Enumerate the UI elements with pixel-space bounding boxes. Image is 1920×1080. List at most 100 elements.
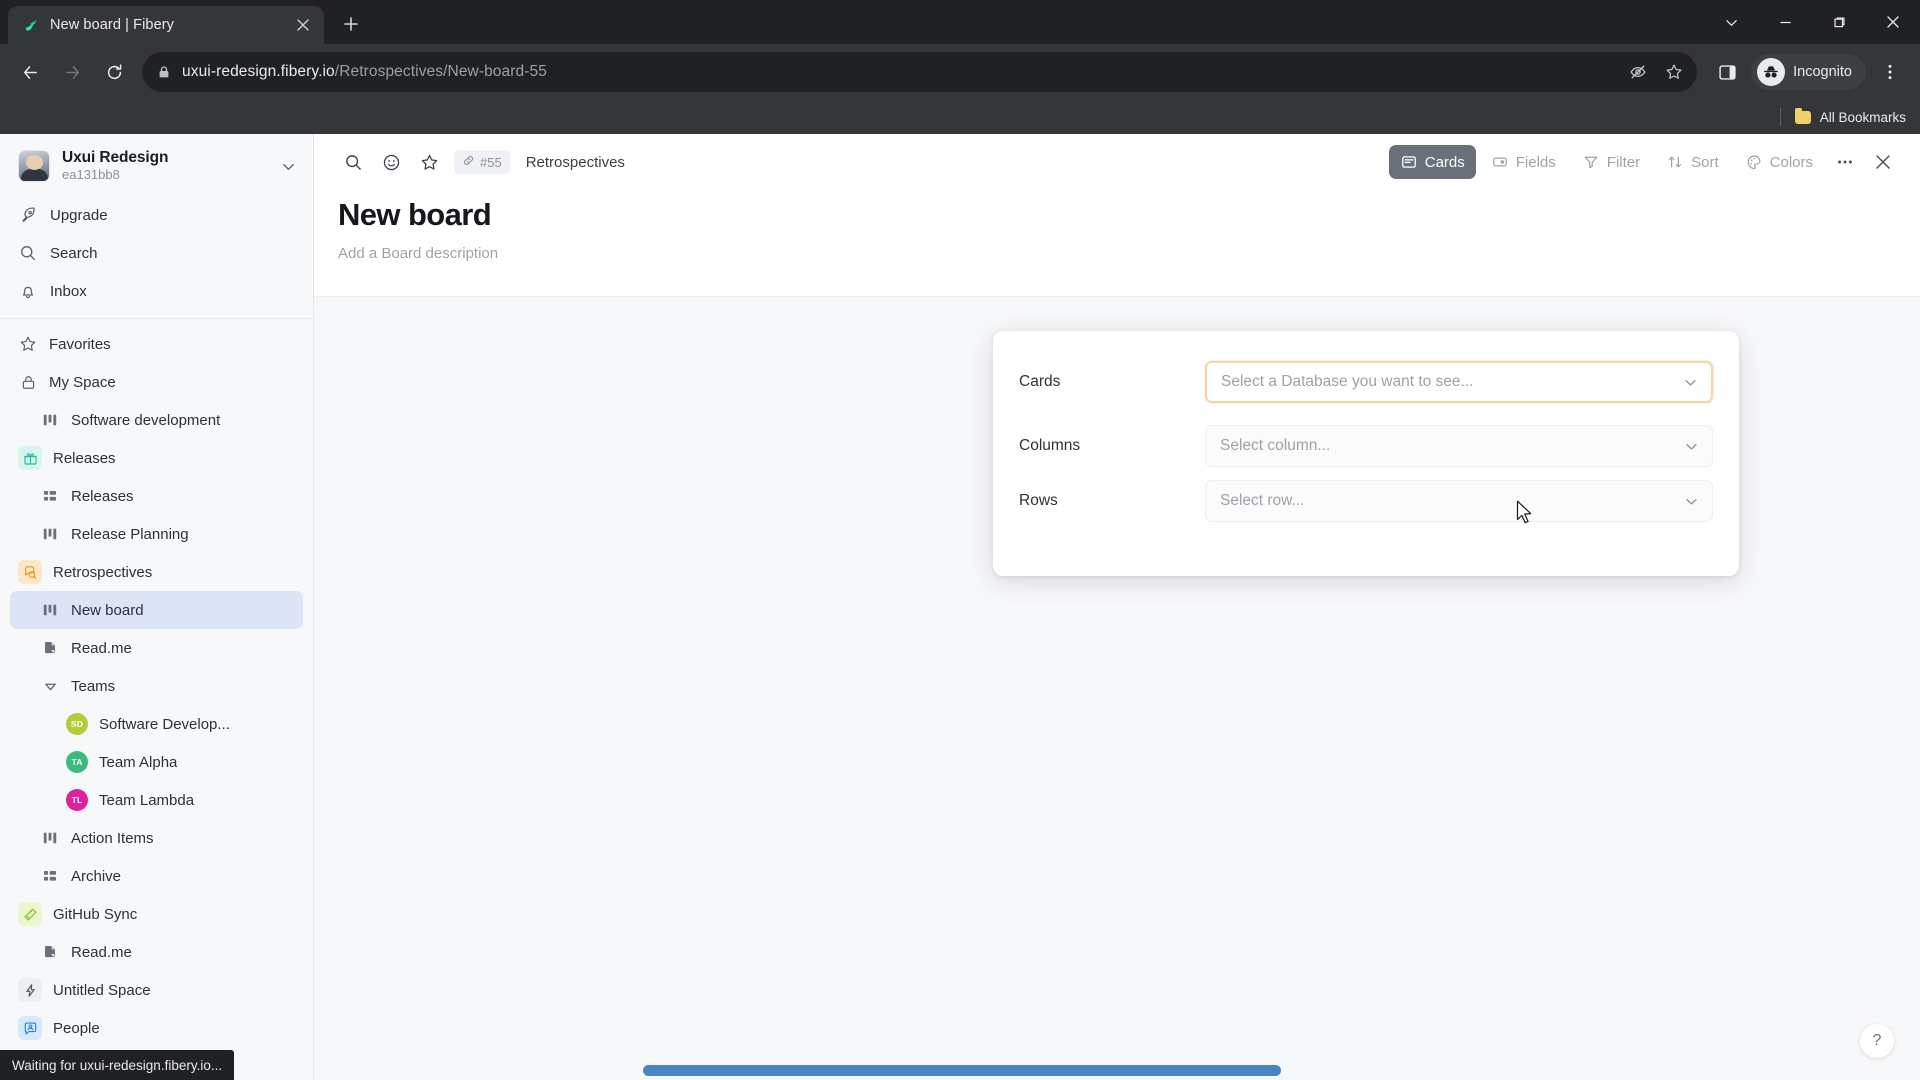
sidebar-item-software-develop-team[interactable]: SD Software Develop...	[10, 705, 303, 743]
sidebar-item-label: Read.me	[71, 943, 132, 961]
workspace-switcher[interactable]: Uxui Redesign ea131bb8	[0, 134, 313, 196]
search-icon[interactable]	[336, 145, 370, 179]
entity-id-chip[interactable]: #55	[454, 150, 510, 174]
incognito-icon	[1757, 58, 1786, 86]
rows-select[interactable]: Select row...	[1205, 480, 1713, 522]
sidebar-item-label: Inbox	[50, 282, 87, 300]
horizontal-scrollbar[interactable]	[643, 1065, 1281, 1076]
page-title[interactable]: New board	[338, 196, 1898, 233]
forward-arrow-icon	[52, 52, 92, 92]
tab-filter[interactable]: Filter	[1571, 145, 1651, 179]
minimize-icon[interactable]	[1758, 0, 1812, 44]
sidebar-item-label: People	[53, 1019, 100, 1037]
feedback-icon	[18, 560, 42, 584]
side-panel-icon[interactable]	[1707, 52, 1747, 92]
breadcrumb[interactable]: Retrospectives	[526, 154, 625, 171]
board-icon	[40, 828, 60, 848]
workspace-id: ea131bb8	[62, 167, 120, 183]
address-bar-text: uxui-redesign.fibery.io/Retrospectives/N…	[182, 63, 1621, 81]
sidebar-item-inbox[interactable]: Inbox	[10, 272, 303, 310]
colors-icon	[1745, 153, 1763, 171]
sidebar-item-archive[interactable]: Archive	[10, 857, 303, 895]
chevron-down-icon[interactable]	[277, 155, 299, 177]
profile-label: Incognito	[1793, 64, 1852, 80]
divider	[0, 318, 313, 319]
sidebar-item-favorites[interactable]: Favorites	[10, 325, 303, 363]
toolbar-right: Incognito	[1707, 52, 1910, 92]
sidebar-item-team-alpha[interactable]: TA Team Alpha	[10, 743, 303, 781]
sidebar-item-label: Retrospectives	[53, 563, 153, 581]
folder-icon	[1794, 107, 1811, 124]
chevron-down-icon[interactable]	[1704, 0, 1758, 44]
sidebar-item-people[interactable]: People	[10, 1009, 303, 1047]
close-icon[interactable]	[1866, 145, 1900, 179]
sidebar-item-team-lambda[interactable]: TL Team Lambda	[10, 781, 303, 819]
grid-icon	[40, 866, 60, 886]
sidebar-item-untitled-space[interactable]: Untitled Space	[10, 971, 303, 1009]
sidebar-item-label: Releases	[53, 449, 116, 467]
omnibox-actions	[1621, 55, 1691, 89]
sync-icon	[18, 902, 42, 926]
help-button[interactable]: ?	[1860, 1024, 1894, 1058]
url-path: /Retrospectives/New-board-55	[334, 63, 547, 80]
close-icon[interactable]	[1866, 0, 1920, 44]
columns-select[interactable]: Select column...	[1205, 425, 1713, 467]
address-bar[interactable]: uxui-redesign.fibery.io/Retrospectives/N…	[142, 52, 1698, 92]
tab-colors[interactable]: Colors	[1734, 145, 1824, 179]
tab-title: New board | Fibery	[50, 17, 175, 33]
sidebar-item-search[interactable]: Search	[10, 234, 303, 272]
view-tools: Cards Fields Filter Sort Colors	[1388, 145, 1900, 179]
sidebar-item-releases-view[interactable]: Releases	[10, 477, 303, 515]
profile-chip[interactable]: Incognito	[1751, 54, 1866, 90]
eye-crossed-icon[interactable]	[1621, 55, 1655, 89]
columns-placeholder: Select column...	[1220, 437, 1331, 454]
sidebar-item-my-space[interactable]: My Space	[10, 363, 303, 401]
reload-icon[interactable]	[94, 52, 134, 92]
url-host: uxui-redesign.fibery.io	[182, 63, 335, 80]
back-arrow-icon[interactable]	[10, 52, 50, 92]
rows-placeholder: Select row...	[1220, 492, 1305, 509]
sidebar-item-retrospectives-space[interactable]: Retrospectives	[10, 553, 303, 591]
restore-icon[interactable]	[1812, 0, 1866, 44]
tab-fields[interactable]: Fields	[1480, 145, 1567, 179]
kebab-menu-icon[interactable]	[1870, 52, 1910, 92]
caret-down-icon[interactable]	[40, 676, 60, 696]
tab-label: Colors	[1769, 153, 1813, 171]
workspace-name: Uxui Redesign	[62, 148, 169, 166]
close-icon[interactable]	[292, 14, 314, 36]
sidebar-item-upgrade[interactable]: Upgrade	[10, 196, 303, 234]
browser-tab[interactable]: New board | Fibery	[8, 6, 324, 44]
sidebar-item-label: Archive	[71, 867, 122, 885]
cards-database-select[interactable]: Select a Database you want to see...	[1205, 361, 1713, 403]
sidebar-item-label: Favorites	[49, 335, 111, 353]
sidebar-nav: Upgrade Search Inbox	[0, 196, 313, 310]
tab-sort[interactable]: Sort	[1655, 145, 1730, 179]
sidebar-item-release-planning[interactable]: Release Planning	[10, 515, 303, 553]
sidebar-item-releases-space[interactable]: Releases	[10, 439, 303, 477]
emoji-icon[interactable]	[374, 145, 408, 179]
status-bar: Waiting for uxui-redesign.fibery.io...	[0, 1050, 235, 1080]
tab-cards[interactable]: Cards	[1388, 145, 1476, 179]
popup-row-rows: Rows Select row...	[993, 467, 1739, 522]
popup-row-columns: Columns Select column...	[993, 403, 1739, 467]
new-tab-button[interactable]	[334, 7, 368, 41]
star-icon[interactable]	[412, 145, 446, 179]
avatar: TL	[66, 789, 88, 811]
sidebar-item-readme-github[interactable]: Read.me	[10, 933, 303, 971]
more-horizontal-icon[interactable]	[1828, 145, 1862, 179]
sidebar-item-label: Read.me	[71, 639, 132, 657]
star-icon[interactable]	[1657, 55, 1691, 89]
board-description-placeholder[interactable]: Add a Board description	[338, 245, 1898, 262]
sidebar-item-software-development[interactable]: Software development	[10, 401, 303, 439]
sidebar-item-new-board[interactable]: New board	[10, 591, 303, 629]
all-bookmarks-button[interactable]: All Bookmarks	[1794, 107, 1906, 125]
gift-icon	[18, 446, 42, 470]
board-icon	[40, 410, 60, 430]
sidebar-item-github-sync[interactable]: GitHub Sync	[10, 895, 303, 933]
sort-icon	[1666, 153, 1684, 171]
sidebar-item-action-items[interactable]: Action Items	[10, 819, 303, 857]
sidebar-group-teams[interactable]: Teams	[10, 667, 303, 705]
sidebar-item-label: Software Develop...	[99, 715, 230, 733]
popup-label-rows: Rows	[1019, 492, 1058, 509]
sidebar-item-readme-retrospectives[interactable]: Read.me	[10, 629, 303, 667]
